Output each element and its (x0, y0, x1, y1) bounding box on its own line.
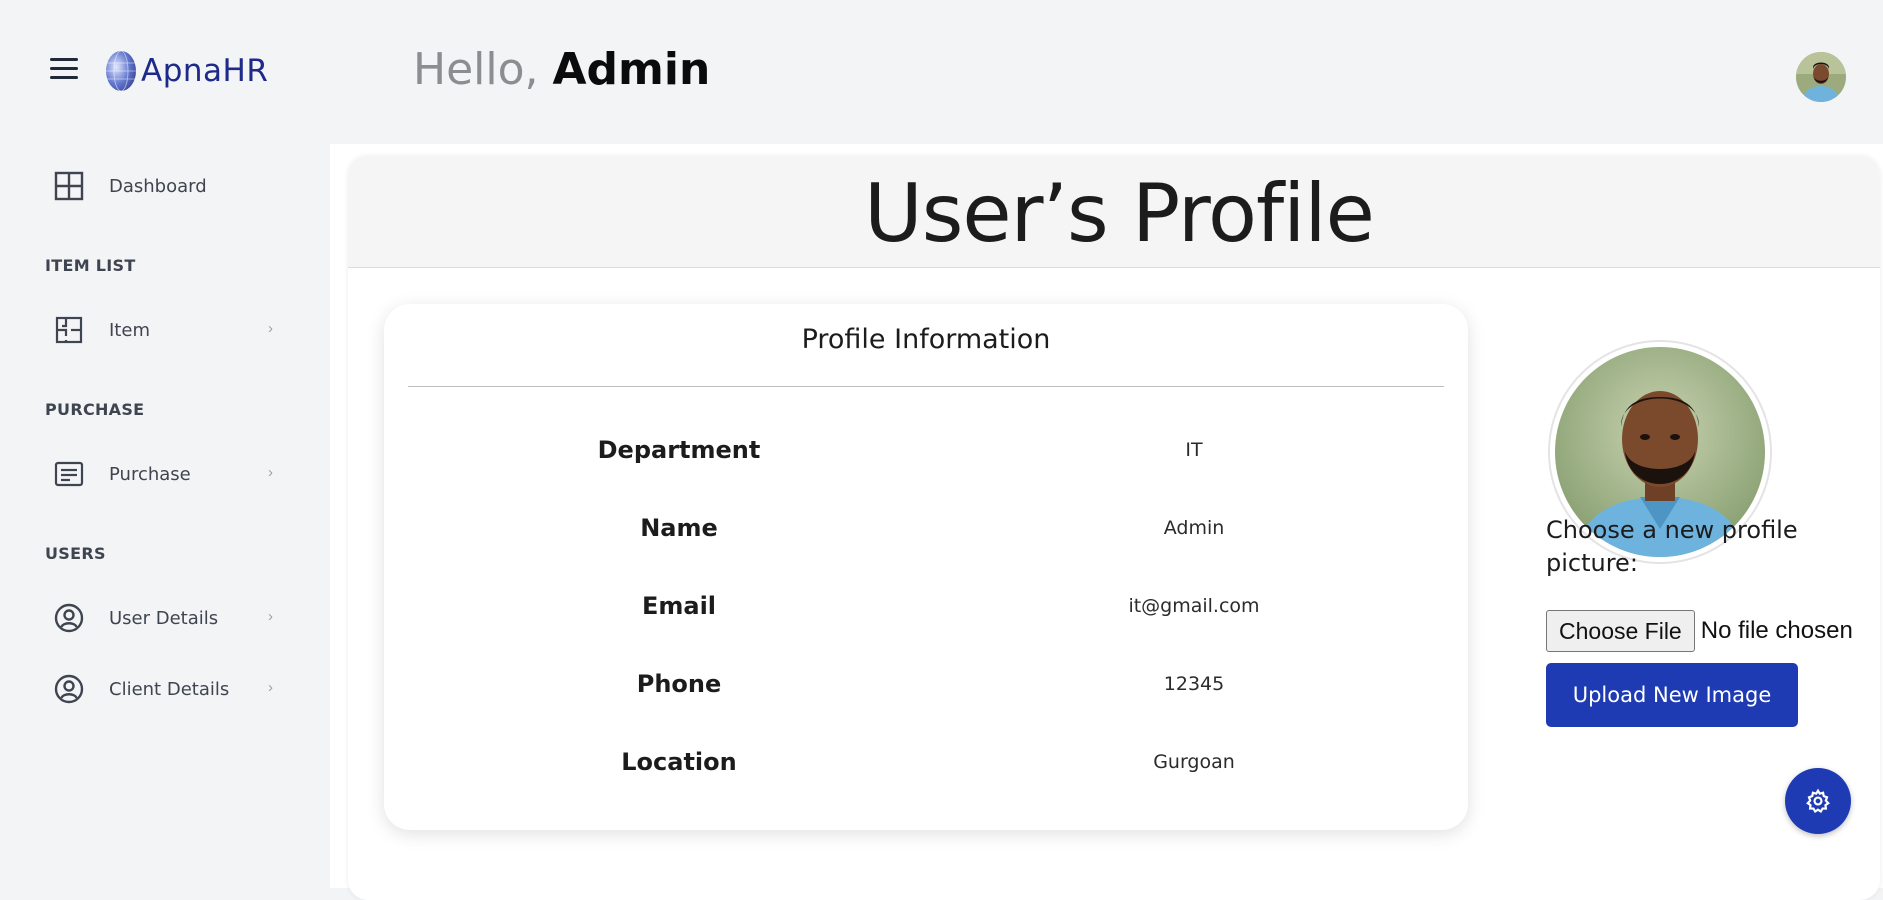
sidebar-item-dashboard[interactable]: Dashboard (45, 162, 285, 210)
top-header: ApnaHR Hello, Admin (0, 0, 1883, 144)
globe-logo-icon (106, 50, 136, 92)
upload-image-button[interactable]: Upload New Image (1546, 663, 1798, 727)
greeting-name: Admin (552, 44, 711, 95)
field-label: Location (621, 748, 737, 776)
floorplan-icon (45, 306, 93, 354)
field-value: Gurgoan (1153, 751, 1235, 773)
field-value: Admin (1163, 517, 1225, 539)
sidebar-item-purchase[interactable]: Purchase › (45, 450, 285, 498)
sidebar-item-label: Client Details (109, 678, 230, 700)
chevron-right-icon: › (268, 608, 273, 625)
field-label: Department (597, 436, 761, 464)
sidebar-item-label: User Details (109, 607, 219, 629)
file-input[interactable]: Choose File No file chosen (1546, 610, 1853, 652)
sidebar-item-user-details[interactable]: User Details › (45, 594, 285, 642)
profile-page-card: User’s Profile Profile Information Depar… (348, 156, 1880, 900)
list-card-icon (45, 450, 93, 498)
settings-button[interactable] (1785, 768, 1851, 834)
profile-field-row: Location Gurgoan (384, 748, 1468, 788)
avatar-photo (1796, 52, 1846, 102)
divider (408, 386, 1444, 387)
section-title-users: USERS (45, 544, 106, 563)
profile-information-card: Profile Information Department IT Name A… (384, 304, 1468, 830)
dashboard-grid-icon (45, 162, 93, 210)
sidebar-item-label: Dashboard (109, 175, 207, 197)
greeting-hello: Hello, (413, 44, 553, 95)
profile-field-row: Phone 12345 (384, 670, 1468, 710)
section-title-purchase: PURCHASE (45, 400, 145, 419)
chevron-right-icon: › (268, 464, 273, 481)
sidebar-item-label: Item (109, 319, 150, 341)
profile-page-header: User’s Profile (348, 156, 1880, 268)
gear-icon (1806, 788, 1830, 814)
menu-icon[interactable] (50, 58, 78, 82)
profile-field-row: Name Admin (384, 514, 1468, 554)
choose-file-button[interactable]: Choose File (1546, 610, 1695, 652)
field-value: 12345 (1163, 673, 1225, 695)
field-label: Phone (636, 670, 722, 698)
brand-name: ApnaHR (141, 53, 269, 89)
section-title-item-list: ITEM LIST (45, 256, 136, 275)
brand-logo[interactable]: ApnaHR (103, 48, 268, 94)
field-value: IT (1185, 439, 1203, 461)
user-avatar[interactable] (1796, 52, 1846, 102)
main-content: User’s Profile Profile Information Depar… (330, 144, 1883, 900)
profile-field-row: Email it@gmail.com (384, 592, 1468, 632)
field-label: Email (641, 592, 717, 620)
sidebar-item-label: Purchase (109, 463, 191, 485)
page-title: User’s Profile (864, 167, 1375, 260)
sidebar-item-item[interactable]: Item › (45, 306, 285, 354)
chevron-right-icon: › (268, 679, 273, 696)
greeting-heading: Hello, Admin (413, 44, 710, 95)
field-value: it@gmail.com (1128, 595, 1260, 617)
no-file-text: No file chosen (1700, 617, 1853, 644)
user-circle-icon (45, 594, 93, 642)
sidebar-item-client-details[interactable]: Client Details › (45, 665, 285, 713)
field-label: Name (640, 514, 718, 542)
profile-information-title: Profile Information (801, 324, 1051, 355)
user-circle-icon (45, 665, 93, 713)
sidebar: Dashboard ITEM LIST Item › PURCHASE Purc… (0, 144, 330, 888)
chevron-right-icon: › (268, 320, 273, 337)
profile-field-row: Department IT (384, 436, 1468, 476)
choose-picture-label: Choose a new profile picture: (1546, 516, 1798, 577)
